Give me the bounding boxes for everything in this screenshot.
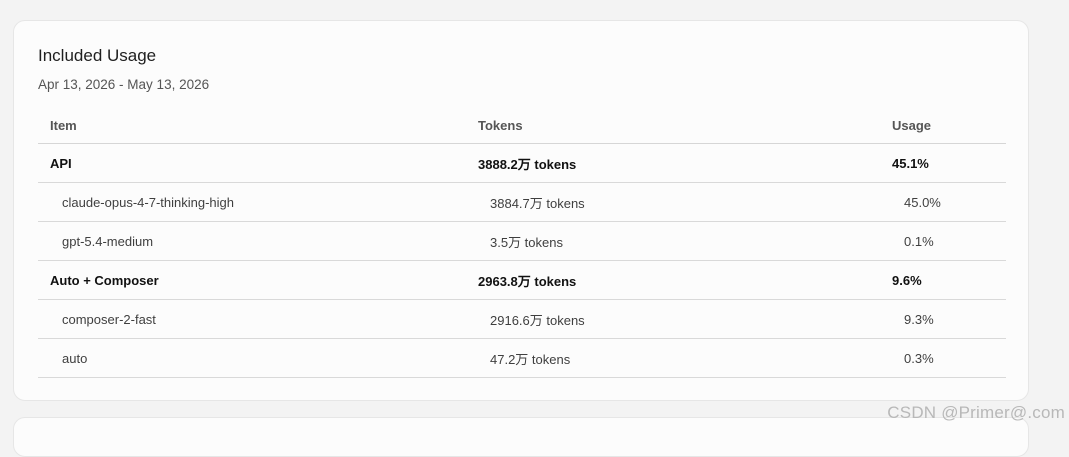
- column-header-tokens: Tokens: [466, 108, 880, 144]
- table-row: gpt-5.4-medium 3.5万 tokens 0.1%: [38, 221, 1006, 261]
- column-header-item: Item: [38, 108, 466, 144]
- row-tokens: 47.2万 tokens: [466, 338, 880, 378]
- card-title: Included Usage: [38, 46, 157, 65]
- row-item: auto: [38, 338, 466, 378]
- watermark: CSDN @Primer@.com: [887, 403, 1065, 422]
- table-row-group-api: API 3888.2万 tokens 45.1%: [38, 143, 1006, 183]
- row-item: claude-opus-4-7-thinking-high: [38, 182, 466, 222]
- row-tokens: 3888.2万 tokens: [466, 143, 880, 183]
- row-tokens: 2963.8万 tokens: [466, 260, 880, 300]
- table-row: composer-2-fast 2916.6万 tokens 9.3%: [38, 299, 1006, 339]
- row-usage: 9.6%: [880, 260, 1006, 300]
- row-usage: 45.0%: [880, 182, 1006, 222]
- row-tokens: 2916.6万 tokens: [466, 299, 880, 339]
- next-card: [13, 417, 1029, 457]
- row-usage: 0.1%: [880, 221, 1006, 261]
- row-item: gpt-5.4-medium: [38, 221, 466, 261]
- included-usage-card: Included Usage Apr 13, 2026 - May 13, 20…: [13, 20, 1029, 401]
- row-item: composer-2-fast: [38, 299, 466, 339]
- table-row: auto 47.2万 tokens 0.3%: [38, 338, 1006, 378]
- row-usage: 9.3%: [880, 299, 1006, 339]
- row-tokens: 3.5万 tokens: [466, 221, 880, 261]
- date-range: Apr 13, 2026 - May 13, 2026: [38, 77, 210, 92]
- row-tokens: 3884.7万 tokens: [466, 182, 880, 222]
- row-usage: 45.1%: [880, 143, 1006, 183]
- usage-table: Item Tokens Usage API 3888.2万 tokens 45.…: [38, 108, 1006, 378]
- table-header-row: Item Tokens Usage: [38, 108, 1006, 144]
- table-row: claude-opus-4-7-thinking-high 3884.7万 to…: [38, 182, 1006, 222]
- column-header-usage: Usage: [880, 108, 1006, 144]
- table-row-group-auto-composer: Auto + Composer 2963.8万 tokens 9.6%: [38, 260, 1006, 300]
- row-item: API: [38, 143, 466, 183]
- row-item: Auto + Composer: [38, 260, 466, 300]
- row-usage: 0.3%: [880, 338, 1006, 378]
